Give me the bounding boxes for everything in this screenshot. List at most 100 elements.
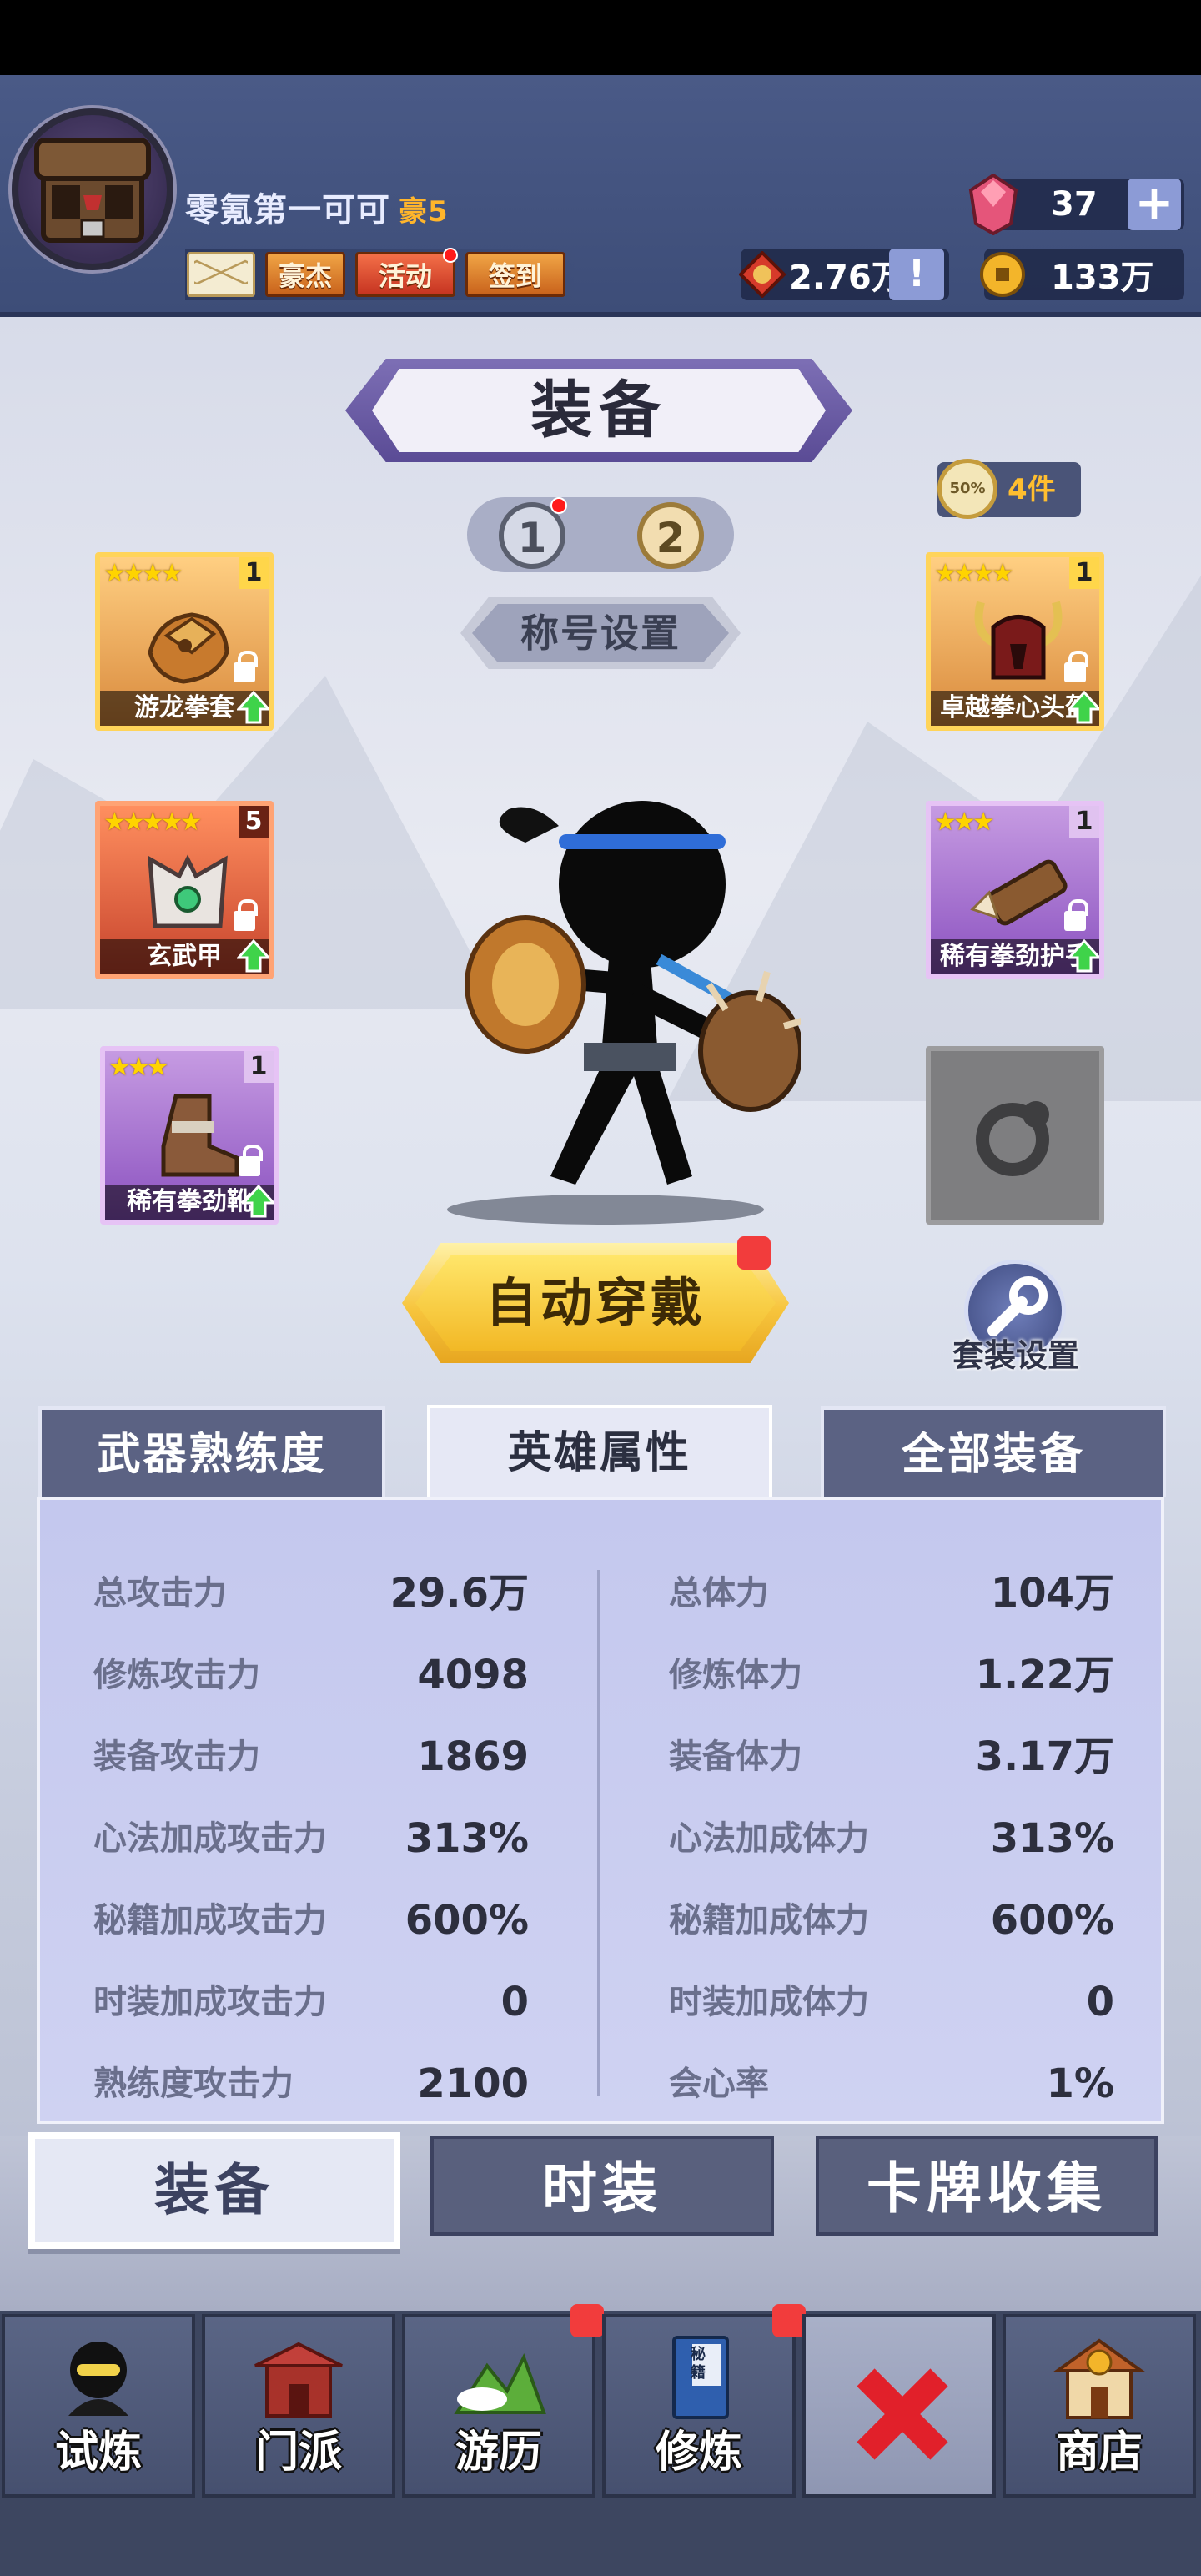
subtab-card-collection[interactable]: 卡牌收集	[816, 2136, 1158, 2236]
subtab-label: 卡牌收集	[867, 2156, 1107, 2221]
equip-slot-helmet[interactable]: ★★★★ 1 卓越拳心头盔	[926, 552, 1104, 731]
stat-value: 313%	[990, 1815, 1114, 1862]
upgrade-arrow-icon	[1068, 691, 1099, 724]
stat-label: 装备体力	[669, 1738, 802, 1776]
equip-slot-gloves[interactable]: ★★★★ 1 游龙拳套	[95, 552, 274, 731]
upgrade-arrow-icon	[1068, 939, 1099, 973]
subtab-label: 装备	[154, 2158, 274, 2222]
ninja-icon	[68, 2342, 128, 2416]
auto-equip-label: 自动穿戴	[415, 1255, 776, 1351]
stat-row: 修炼攻击力 4098	[93, 1650, 529, 1700]
stat-row: 总攻击力 29.6万	[93, 1568, 529, 1618]
lock-icon	[1064, 651, 1088, 682]
horned-helmet-icon	[974, 601, 1063, 680]
stat-row: 秘籍加成体力 600%	[669, 1895, 1114, 1945]
coin-icon	[980, 252, 1025, 297]
nav-trial[interactable]: 试炼	[2, 2314, 195, 2498]
stat-label: 时装加成攻击力	[93, 1983, 327, 2021]
notification-dot	[550, 497, 567, 514]
nav-travel[interactable]: 游历	[402, 2314, 595, 2498]
event-button-label: 活动	[378, 260, 432, 292]
gem-icon	[967, 173, 1019, 236]
item-level: 1	[1069, 806, 1099, 838]
player-name-text: 零氪第一可可	[185, 191, 390, 229]
nav-label: 商店	[1055, 2428, 1143, 2478]
event-button[interactable]: 活动	[355, 248, 458, 297]
stat-row: 心法加成体力 313%	[669, 1814, 1114, 1864]
lock-icon	[239, 1145, 263, 1176]
nav-sect[interactable]: 门派	[202, 2314, 395, 2498]
stat-label: 总攻击力	[93, 1574, 227, 1613]
player-avatar[interactable]	[12, 108, 173, 270]
equip-slot-empty[interactable]	[926, 1046, 1104, 1225]
stat-label: 时装加成体力	[669, 1983, 869, 2021]
tortoise-armor-icon	[148, 854, 228, 928]
nav-label: 修炼	[655, 2428, 742, 2478]
page-title: 装备	[372, 369, 826, 452]
subtab-fashion[interactable]: 时装	[430, 2136, 774, 2236]
stat-value: 0	[500, 1979, 529, 2025]
status-bar	[0, 0, 1201, 75]
stat-row: 会心率 1%	[669, 2059, 1114, 2109]
bottom-system-bar	[0, 2501, 1201, 2576]
equip-slot-boots[interactable]: ★★★ 1 稀有拳劲靴	[100, 1046, 279, 1225]
stat-label: 熟练度攻击力	[93, 2065, 294, 2103]
hero-button[interactable]: 豪杰	[265, 252, 345, 297]
equip-slot-bracer[interactable]: ★★★ 1 稀有拳劲护手	[926, 801, 1104, 979]
coin-amount: 133万	[1051, 259, 1154, 297]
star-rating: ★★★★	[103, 559, 183, 588]
tab-all-equipment[interactable]: 全部装备	[821, 1406, 1166, 1497]
honor-icon	[739, 251, 786, 298]
gem-amount: 37	[1051, 185, 1098, 224]
stat-value: 600%	[405, 1897, 529, 1944]
item-level: 1	[244, 1051, 274, 1083]
nav-shop[interactable]: 商店	[1003, 2314, 1196, 2498]
stat-value: 3.17万	[975, 1733, 1114, 1780]
stat-value: 313%	[405, 1815, 529, 1862]
tab-label: 英雄属性	[507, 1428, 691, 1478]
item-level: 1	[1069, 557, 1099, 589]
header-menu-row: 豪杰 活动 签到	[185, 248, 577, 300]
tab-weapon-mastery[interactable]: 武器熟练度	[38, 1406, 385, 1497]
treasure-chest-icon	[34, 138, 151, 243]
equip-slot-armor[interactable]: ★★★★★ 5 玄武甲	[95, 801, 274, 979]
add-gem-button[interactable]: +	[1128, 179, 1181, 230]
mail-icon[interactable]	[187, 252, 255, 297]
bracer-icon	[970, 859, 1068, 926]
stickman-hero	[465, 801, 801, 1185]
stat-label: 心法加成体力	[669, 1819, 869, 1858]
hero-button-label: 豪杰	[278, 260, 332, 292]
player-name: 零氪第一可可 豪5	[185, 185, 449, 235]
boot-icon	[161, 1094, 239, 1177]
stat-row: 修炼体力 1.22万	[669, 1650, 1114, 1700]
empty-slot-icon	[976, 1101, 1049, 1176]
scroll-icon: 50%	[937, 459, 997, 519]
book-label: 秘籍	[691, 2346, 706, 2382]
stat-value: 104万	[990, 1570, 1114, 1617]
stat-row: 装备攻击力 1869	[93, 1732, 529, 1782]
stats-divider	[597, 1570, 600, 2096]
subtab-label: 时装	[542, 2156, 662, 2221]
star-rating: ★★★	[934, 808, 995, 837]
nav-label: 门派	[254, 2428, 342, 2478]
stat-row: 心法加成攻击力 313%	[93, 1814, 529, 1864]
lock-icon	[1064, 899, 1088, 931]
stat-value: 1.22万	[975, 1652, 1114, 1698]
set-count: 4件	[1008, 473, 1056, 506]
checkin-button[interactable]: 签到	[465, 252, 565, 297]
stat-label: 会心率	[669, 2065, 769, 2103]
stat-row: 时装加成攻击力 0	[93, 1977, 529, 2027]
nav-cultivate[interactable]: 秘籍 修炼	[602, 2314, 796, 2498]
preset-2-button[interactable]: 2	[637, 502, 704, 569]
dragon-gauntlet-icon	[148, 612, 229, 684]
notification-dot	[737, 1236, 771, 1270]
lock-icon	[234, 899, 258, 931]
tab-hero-attributes[interactable]: 英雄属性	[427, 1405, 772, 1502]
subtab-equipment[interactable]: 装备	[28, 2132, 400, 2249]
nav-close[interactable]	[802, 2314, 996, 2498]
item-level: 1	[239, 557, 269, 589]
stat-value: 600%	[990, 1897, 1114, 1944]
honor-amount: 2.76万	[789, 259, 905, 297]
upgrade-arrow-icon	[237, 691, 269, 724]
honor-info-button[interactable]: !	[889, 249, 944, 300]
